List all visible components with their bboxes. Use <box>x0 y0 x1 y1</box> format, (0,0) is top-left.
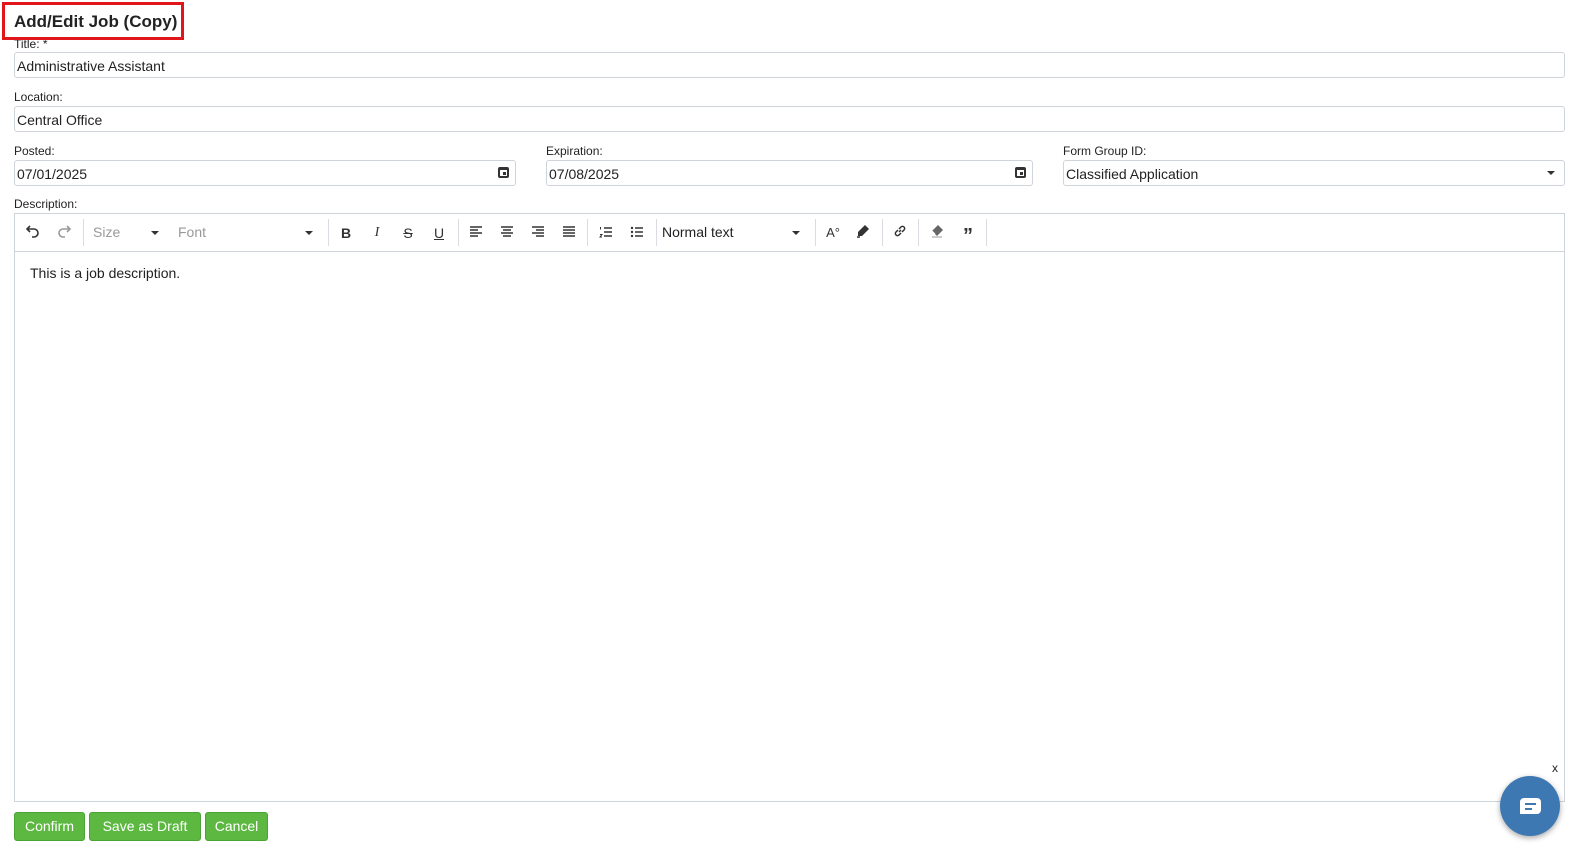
chevron-down-icon <box>305 231 313 235</box>
form-group-select[interactable]: Classified Application <box>1063 160 1565 186</box>
toolbar-divider <box>83 219 84 246</box>
undo-icon[interactable] <box>24 223 42 243</box>
calendar-icon[interactable] <box>498 167 509 178</box>
font-family-select[interactable]: Font <box>178 224 206 240</box>
description-editor[interactable]: Size Font B I S U Normal text A° ” This … <box>14 213 1565 802</box>
highlight-pen-icon[interactable] <box>854 223 872 243</box>
chat-close-button[interactable]: x <box>1552 761 1558 775</box>
expiration-date-value: 07/08/2025 <box>549 166 620 182</box>
chat-icon <box>1520 798 1541 814</box>
toolbar-divider <box>986 219 987 246</box>
strikethrough-button[interactable]: S <box>399 223 417 243</box>
toolbar-divider <box>328 219 329 246</box>
align-right-icon[interactable] <box>529 223 547 243</box>
location-input[interactable]: Central Office <box>14 106 1565 132</box>
chevron-down-icon <box>792 231 800 235</box>
toolbar-divider <box>882 219 883 246</box>
underline-button[interactable]: U <box>430 223 448 243</box>
toolbar-divider <box>918 219 919 246</box>
chevron-down-icon <box>1547 171 1555 175</box>
form-group-label: Form Group ID: <box>1063 144 1147 158</box>
description-label: Description: <box>14 197 78 211</box>
align-justify-icon[interactable] <box>560 223 578 243</box>
editor-toolbar: Size Font B I S U Normal text A° ” <box>15 214 1564 252</box>
toolbar-divider <box>815 219 816 246</box>
redo-icon[interactable] <box>55 223 73 243</box>
toolbar-divider <box>458 219 459 246</box>
font-size-select[interactable]: Size <box>93 224 120 240</box>
title-input[interactable]: Administrative Assistant <box>14 52 1565 78</box>
page-title: Add/Edit Job (Copy) <box>2 2 184 40</box>
toolbar-divider <box>656 219 657 246</box>
align-left-icon[interactable] <box>467 223 485 243</box>
form-group-selected-value: Classified Application <box>1066 166 1199 182</box>
calendar-icon[interactable] <box>1015 167 1026 178</box>
save-as-draft-button[interactable]: Save as Draft <box>89 812 201 841</box>
ordered-list-icon[interactable] <box>597 223 615 243</box>
expiration-label: Expiration: <box>546 144 603 158</box>
expiration-date-input[interactable]: 07/08/2025 <box>546 160 1033 186</box>
location-label: Location: <box>14 90 63 104</box>
align-center-icon[interactable] <box>498 223 516 243</box>
eraser-icon[interactable] <box>928 223 946 243</box>
blockquote-button[interactable]: ” <box>959 223 977 247</box>
chevron-down-icon <box>151 231 159 235</box>
editor-content[interactable]: This is a job description. <box>30 265 180 281</box>
italic-button[interactable]: I <box>368 223 386 243</box>
block-format-select[interactable]: Normal text <box>662 224 734 240</box>
confirm-button[interactable]: Confirm <box>14 812 85 841</box>
link-icon[interactable] <box>891 223 909 243</box>
chat-launcher-button[interactable] <box>1500 776 1560 836</box>
bold-button[interactable]: B <box>337 223 355 243</box>
posted-date-value: 07/01/2025 <box>17 166 88 182</box>
font-color-button[interactable]: A° <box>822 223 844 243</box>
posted-date-input[interactable]: 07/01/2025 <box>14 160 516 186</box>
cancel-button[interactable]: Cancel <box>205 812 268 841</box>
toolbar-divider <box>587 219 588 246</box>
posted-label: Posted: <box>14 144 55 158</box>
bullet-list-icon[interactable] <box>628 223 646 243</box>
